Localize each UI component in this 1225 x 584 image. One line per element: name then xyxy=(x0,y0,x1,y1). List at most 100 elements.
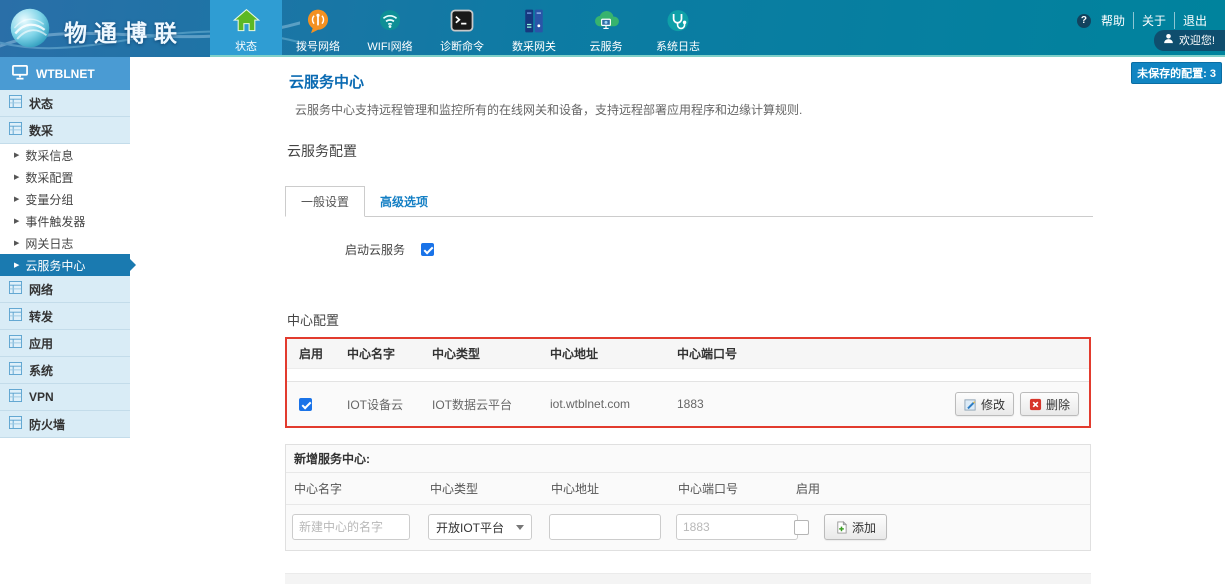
cloud-icon xyxy=(591,5,621,37)
col-address: 中心地址 xyxy=(550,345,677,362)
help-icon[interactable]: ? xyxy=(1077,14,1091,28)
sidebar-item-数采信息[interactable]: ▶ 数采信息 xyxy=(0,144,130,166)
dial-network-icon xyxy=(304,5,332,37)
edit-button[interactable]: 修改 xyxy=(955,392,1014,416)
sidebar-item-数采配置[interactable]: ▶ 数采配置 xyxy=(0,166,130,188)
sidebar-item-数采[interactable]: 数采 xyxy=(0,117,130,144)
col-type: 中心类型 xyxy=(432,345,550,362)
col-port: 中心端口号 xyxy=(677,345,914,362)
delete-button[interactable]: 删除 xyxy=(1020,392,1079,416)
list-icon xyxy=(9,95,22,111)
center-type-selected-value: 开放IOT平台 xyxy=(436,519,504,536)
wifi-icon xyxy=(376,5,404,37)
nav-item-dial-network[interactable]: 拨号网络 xyxy=(282,0,354,57)
sidebar-item-系统[interactable]: 系统 xyxy=(0,357,130,384)
add-col-port: 中心端口号 xyxy=(676,480,794,497)
add-center-labels: 中心名字 中心类型 中心地址 中心端口号 启用 xyxy=(286,473,1090,505)
footer-bar: 保存&应用 保存 复位 xyxy=(285,573,1091,584)
about-link[interactable]: 关于 xyxy=(1134,12,1175,29)
unsaved-config-badge[interactable]: 未保存的配置: 3 xyxy=(1131,62,1222,84)
gateway-icon xyxy=(520,5,548,37)
list-icon xyxy=(9,362,22,378)
sidebar-menu: 状态 数采 ▶ 数采信息 ▶ 数采配置 ▶ 变量分组 ▶ 事件触发器 ▶ 网关日… xyxy=(0,90,130,438)
add-col-name: 中心名字 xyxy=(292,480,428,497)
sidebar-item-事件触发器[interactable]: ▶ 事件触发器 xyxy=(0,210,130,232)
table-spacer xyxy=(287,369,1089,381)
main-content: 云服务中心 云服务中心支持远程管理和监控所有的在线网关和设备，支持远程部署应用程… xyxy=(285,57,1093,584)
terminal-icon xyxy=(448,5,476,37)
col-name: 中心名字 xyxy=(347,345,432,362)
caret-icon: ▶ xyxy=(14,151,19,159)
add-col-type: 中心类型 xyxy=(428,480,549,497)
enable-cloud-label: 启动云服务 xyxy=(345,241,405,258)
row-center-type: IOT数据云平台 xyxy=(432,396,550,413)
logo-globe-icon xyxy=(8,6,52,55)
chevron-down-icon xyxy=(516,525,524,530)
sidebar-item-状态[interactable]: 状态 xyxy=(0,90,130,117)
section-center-config-title: 中心配置 xyxy=(287,310,1093,329)
enable-cloud-row: 启动云服务 xyxy=(345,241,1093,258)
section-cloud-config-title: 云服务配置 xyxy=(287,141,1093,161)
row-center-address: iot.wtblnet.com xyxy=(550,397,677,411)
caret-icon: ▶ xyxy=(14,195,19,203)
add-col-enable: 启用 xyxy=(794,480,1082,497)
center-name-input[interactable] xyxy=(292,514,410,540)
list-icon xyxy=(9,308,22,324)
home-icon xyxy=(232,5,261,37)
center-address-input[interactable] xyxy=(549,514,661,540)
header-links: ? 帮助 关于 退出 xyxy=(1077,12,1215,29)
syslog-icon xyxy=(664,5,692,37)
brand-name: 物通博联 xyxy=(64,14,184,48)
nav-item-terminal[interactable]: 诊断命令 xyxy=(426,0,498,57)
delete-icon xyxy=(1029,398,1042,411)
row-actions: 修改 删除 xyxy=(914,392,1089,416)
caret-icon: ▶ xyxy=(14,239,19,247)
row-center-name: IOT设备云 xyxy=(347,396,432,413)
sidebar-item-应用[interactable]: 应用 xyxy=(0,330,130,357)
sidebar-item-网关日志[interactable]: ▶ 网关日志 xyxy=(0,232,130,254)
nav-item-wifi[interactable]: WIFI网络 xyxy=(354,0,426,57)
nav-item-cloud[interactable]: 云服务 xyxy=(570,0,642,57)
caret-icon: ▶ xyxy=(14,261,19,269)
tab-bar: 一般设置 高级选项 xyxy=(285,190,1093,217)
user-icon xyxy=(1163,33,1174,47)
list-icon xyxy=(9,335,22,351)
center-port-input[interactable] xyxy=(676,514,798,540)
sidebar-item-防火墙[interactable]: 防火墙 xyxy=(0,411,130,438)
page-title: 云服务中心 xyxy=(289,71,1093,92)
tab-general-settings[interactable]: 一般设置 xyxy=(285,186,365,217)
logout-link[interactable]: 退出 xyxy=(1175,12,1215,29)
add-button[interactable]: 添加 xyxy=(824,514,887,540)
add-enabled-checkbox[interactable] xyxy=(794,520,809,535)
help-link[interactable]: 帮助 xyxy=(1093,12,1134,29)
nav-item-gateway[interactable]: 数采网关 xyxy=(498,0,570,57)
sidebar-item-变量分组[interactable]: ▶ 变量分组 xyxy=(0,188,130,210)
add-center-panel: 新增服务中心: 中心名字 中心类型 中心地址 中心端口号 启用 开放IOT平台 xyxy=(285,444,1091,551)
table-row: IOT设备云 IOT数据云平台 iot.wtblnet.com 1883 修改 … xyxy=(287,381,1089,426)
add-col-address: 中心地址 xyxy=(549,480,676,497)
tab-advanced-options[interactable]: 高级选项 xyxy=(365,187,443,216)
add-button-label: 添加 xyxy=(852,519,876,536)
nav-item-syslog[interactable]: 系统日志 xyxy=(642,0,714,57)
caret-icon: ▶ xyxy=(14,217,19,225)
nav-item-home[interactable]: 状态 xyxy=(210,0,282,57)
sidebar-header: WTBLNET xyxy=(0,57,130,90)
sidebar-item-网络[interactable]: 网络 xyxy=(0,276,130,303)
sidebar: WTBLNET 状态 数采 ▶ 数采信息 ▶ 数采配置 ▶ 变量分组 ▶ 事件触… xyxy=(0,57,130,438)
row-enabled-checkbox[interactable] xyxy=(299,398,312,411)
add-page-icon xyxy=(835,521,848,534)
monitor-icon xyxy=(12,65,28,83)
add-center-title: 新增服务中心: xyxy=(286,445,1090,473)
enable-cloud-checkbox[interactable] xyxy=(421,243,434,256)
col-enable: 启用 xyxy=(299,345,347,362)
top-nav: 状态 拨号网络 WIFI网络 诊断命令 数采网关 云服务 系统日志 xyxy=(210,0,714,57)
welcome-badge: 欢迎您! xyxy=(1154,30,1225,51)
center-type-select[interactable]: 开放IOT平台 xyxy=(428,514,532,540)
add-center-inputs: 开放IOT平台 添加 xyxy=(286,505,1090,550)
sidebar-item-VPN[interactable]: VPN xyxy=(0,384,130,411)
sidebar-item-云服务中心[interactable]: ▶ 云服务中心 xyxy=(0,254,130,276)
delete-button-label: 删除 xyxy=(1046,396,1070,413)
sidebar-item-转发[interactable]: 转发 xyxy=(0,303,130,330)
edit-button-label: 修改 xyxy=(981,396,1005,413)
app-header: 物通博联 状态 拨号网络 WIFI网络 诊断命令 数采网关 云服务 系统日志 ?… xyxy=(0,0,1225,57)
